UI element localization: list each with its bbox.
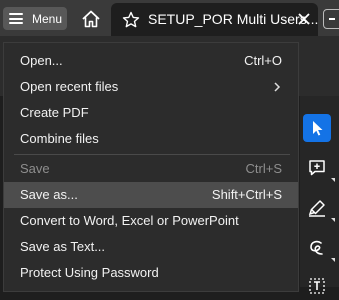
tab-title: SETUP_POR Multi Users... bbox=[148, 11, 319, 27]
menu-button[interactable]: Menu bbox=[3, 7, 67, 30]
menu-separator bbox=[14, 154, 290, 155]
highlight-tool-button[interactable] bbox=[303, 194, 335, 222]
menu-item-open[interactable]: Open... Ctrl+O bbox=[4, 48, 298, 74]
hamburger-icon bbox=[9, 13, 23, 24]
menu-item-label: Create PDF bbox=[20, 105, 89, 120]
menu-item-combine-files[interactable]: Combine files bbox=[4, 126, 298, 152]
close-icon[interactable] bbox=[297, 12, 311, 26]
draw-tool-button[interactable] bbox=[303, 234, 335, 262]
home-button[interactable] bbox=[80, 9, 102, 29]
menu-item-label: Convert to Word, Excel or PowerPoint bbox=[20, 213, 239, 228]
document-tab[interactable]: SETUP_POR Multi Users... bbox=[111, 3, 318, 36]
menu-item-save-as[interactable]: Save as... Shift+Ctrl+S bbox=[4, 182, 298, 208]
text-select-button[interactable] bbox=[303, 272, 331, 300]
new-tab-button[interactable] bbox=[323, 9, 339, 29]
menu-item-save[interactable]: Save Ctrl+S bbox=[4, 156, 298, 182]
menu-item-label: Combine files bbox=[20, 131, 99, 146]
menu-item-create-pdf[interactable]: Create PDF bbox=[4, 100, 298, 126]
menu-item-protect-password[interactable]: Protect Using Password bbox=[4, 260, 298, 286]
minus-icon bbox=[329, 18, 335, 20]
menu-item-label: Open recent files bbox=[20, 79, 119, 94]
select-tool-button[interactable] bbox=[303, 114, 331, 142]
highlight-pen-icon bbox=[308, 200, 325, 217]
menu-item-label: Save as Text... bbox=[20, 239, 106, 254]
home-icon bbox=[82, 10, 100, 28]
menu-item-shortcut: Shift+Ctrl+S bbox=[211, 187, 282, 202]
chevron-right-icon bbox=[274, 82, 281, 92]
draw-freeform-icon bbox=[310, 240, 323, 255]
menu-item-label: Protect Using Password bbox=[20, 265, 159, 280]
menu-item-label: Open... bbox=[20, 53, 63, 68]
star-icon[interactable] bbox=[122, 11, 140, 29]
menu-item-open-recent-files[interactable]: Open recent files bbox=[4, 74, 298, 100]
menu-button-label: Menu bbox=[32, 11, 63, 26]
add-comment-button[interactable] bbox=[303, 154, 335, 182]
select-tool-icon bbox=[313, 121, 323, 136]
main-menu-dropdown: Open... Ctrl+O Open recent files Create … bbox=[3, 42, 299, 292]
text-select-icon bbox=[309, 278, 325, 294]
menu-item-label: Save as... bbox=[20, 187, 78, 202]
menu-item-save-as-text[interactable]: Save as Text... bbox=[4, 234, 298, 260]
menu-item-label: Save bbox=[20, 161, 50, 176]
menu-item-convert-to-office[interactable]: Convert to Word, Excel or PowerPoint bbox=[4, 208, 298, 234]
menu-item-shortcut: Ctrl+O bbox=[244, 53, 282, 68]
add-comment-icon bbox=[309, 160, 325, 176]
tab-bar: Menu SETUP_POR Multi Users... bbox=[0, 0, 339, 36]
menu-item-shortcut: Ctrl+S bbox=[245, 161, 282, 176]
quick-tools-toolbar bbox=[300, 96, 339, 294]
